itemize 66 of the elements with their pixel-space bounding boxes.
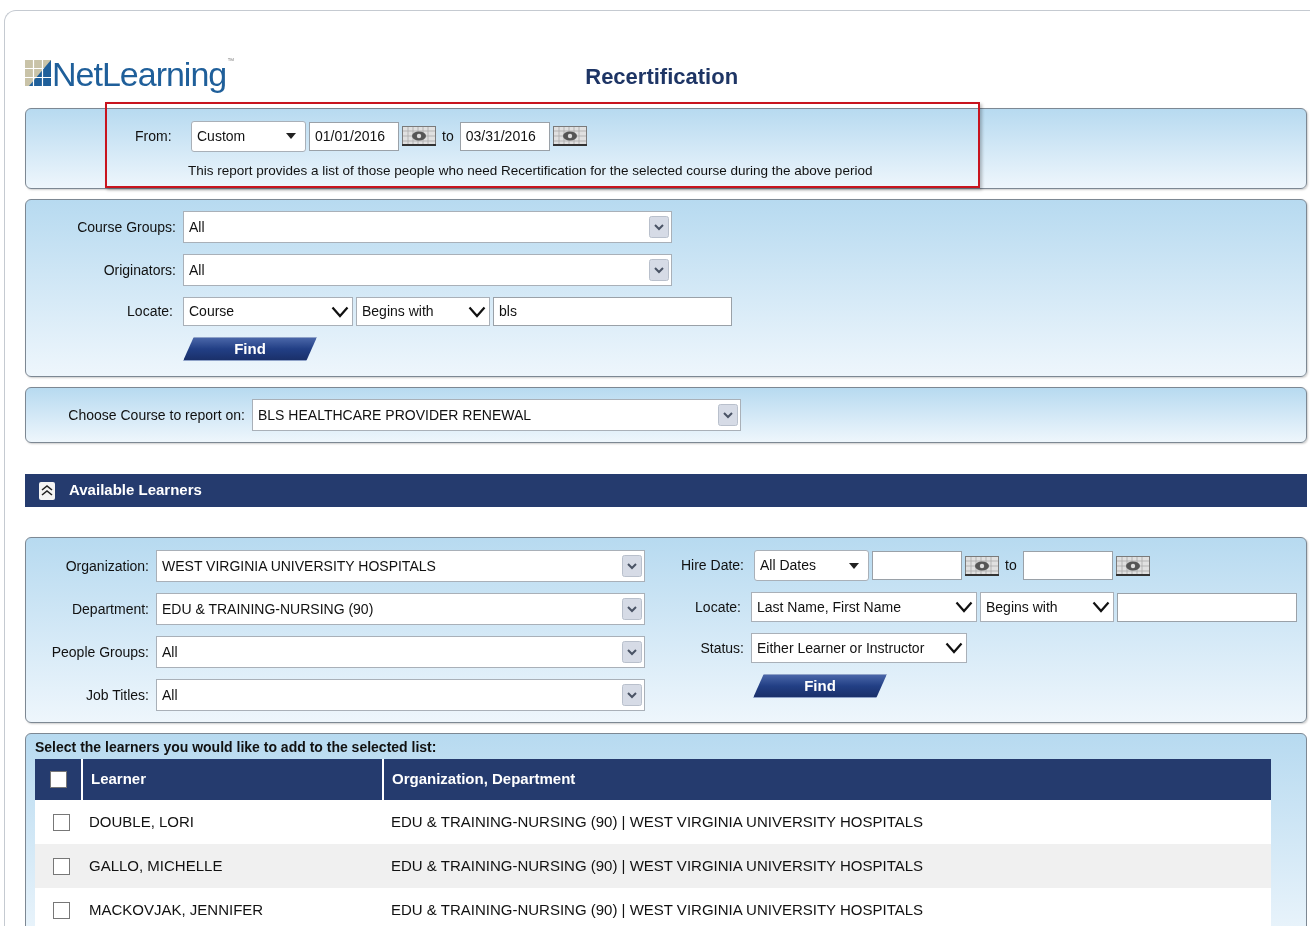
to-label: to [1004,556,1018,575]
chevron-icon [331,305,349,318]
table-prompt: Select the learners you would like to add to the selected list: [35,738,438,757]
from-label: From: [135,126,173,146]
section-title: Available Learners [69,480,202,501]
dropdown[interactable]: Last Name, First Name [751,592,977,622]
dropdown[interactable]: Custom [191,120,306,152]
find-button[interactable]: Find [753,674,887,698]
field-label: Department: [70,599,150,619]
to-label: to [441,126,455,146]
chevron-icon [945,642,963,654]
dropdown[interactable]: All [156,636,645,668]
field-label: Course Groups: [76,217,177,237]
find-button[interactable]: Find [183,337,317,361]
checkbox[interactable] [52,813,70,831]
table-cell-text: MACKOVJAK, JENNIFER [88,899,265,920]
column-header[interactable]: Organization, Department [384,759,1271,800]
dropdown[interactable]: All [183,254,672,286]
field-label: Locate: [694,597,742,617]
chevron-icon [955,601,973,613]
caret-icon [285,132,297,140]
checkbox[interactable] [52,901,70,919]
field-label: People Groups: [50,642,150,662]
input-field[interactable] [872,551,962,580]
input-field[interactable]: bls [493,297,732,326]
page-title: Recertification [585,63,739,91]
logo-icon [25,60,51,86]
dropdown[interactable]: WEST VIRGINIA UNIVERSITY HOSPITALS [156,550,645,582]
input-field[interactable] [1117,592,1297,622]
input-field[interactable]: 01/01/2016 [309,121,399,151]
section-header-bar[interactable]: Available Learners [25,474,1307,507]
dropdown[interactable]: Either Learner or Instructor [751,633,967,663]
input-field[interactable]: 03/31/2016 [459,121,550,151]
dropdown[interactable]: All [183,211,672,243]
dropdown[interactable]: All Dates [754,550,869,581]
calendar-icon[interactable] [552,126,587,146]
field-label: Organization: [64,556,150,576]
report-description: This report provides a list of those people who need Recertification for the selected course during the above period [188,162,874,180]
checkbox[interactable] [52,857,70,875]
calendar-icon[interactable] [965,555,999,576]
table-cell-text: EDU & TRAINING-NURSING (90) | WEST VIRGINIA UNIVERSITY HOSPITALS [390,855,924,876]
dropdown[interactable]: Begins with [980,592,1114,622]
field-label: Choose Course to report on: [67,405,246,425]
logo-text: NetLearning [52,56,227,92]
dropdown[interactable]: EDU & TRAINING-NURSING (90) [156,593,645,625]
dropdown[interactable]: All [156,679,645,711]
table-cell-text: GALLO, MICHELLE [88,855,224,876]
field-label: Status: [699,638,745,658]
dropdown[interactable]: BLS HEALTHCARE PROVIDER RENEWAL [252,399,741,431]
table-cell-text: DOUBLE, LORI [88,811,196,832]
checkbox[interactable] [49,771,67,788]
dropdown[interactable]: Begins with [356,297,490,326]
table-cell-text: EDU & TRAINING-NURSING (90) | WEST VIRGINIA UNIVERSITY HOSPITALS [390,899,924,920]
field-label: Job Titles: [84,685,150,705]
input-field[interactable] [1022,551,1113,580]
calendar-icon[interactable] [402,126,436,146]
field-label: Originators: [102,260,177,280]
table-cell-text: EDU & TRAINING-NURSING (90) | WEST VIRGINIA UNIVERSITY HOSPITALS [390,811,924,832]
caret-icon [848,561,860,570]
chevron-icon [468,305,486,318]
calendar-icon[interactable] [1115,555,1150,576]
field-label: Locate: [126,302,174,321]
field-label: Hire Date: [679,556,745,575]
collapse-icon[interactable] [39,481,55,500]
chevron-icon [1092,601,1110,613]
dropdown[interactable]: Course [183,297,353,326]
